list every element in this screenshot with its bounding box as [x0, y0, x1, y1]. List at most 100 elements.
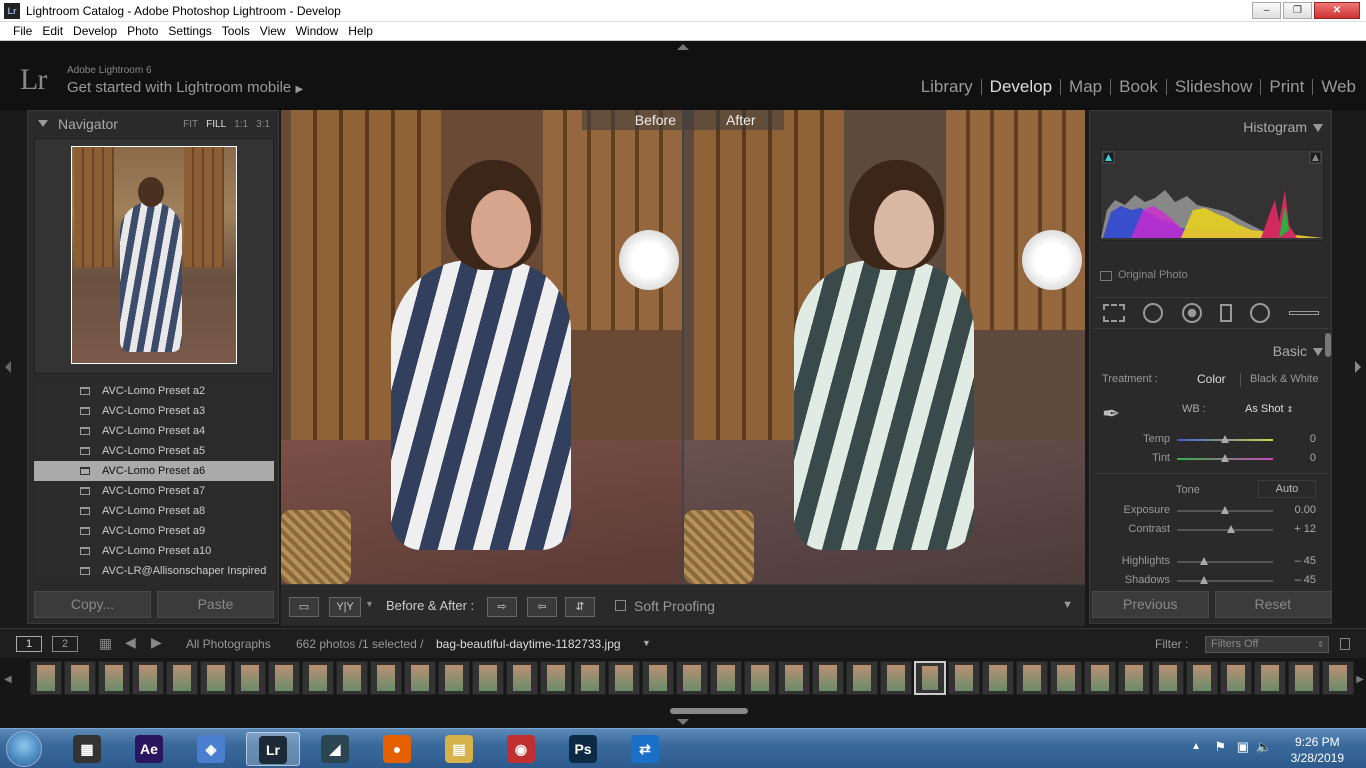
filmstrip-thumbnail[interactable] — [1152, 661, 1184, 695]
primary-window-button[interactable]: 1 — [16, 636, 42, 652]
grid-view-icon[interactable]: ▦ — [99, 635, 112, 652]
filmstrip-thumbnail[interactable] — [404, 661, 436, 695]
menu-edit[interactable]: Edit — [37, 22, 68, 40]
loupe-view-icon[interactable]: ▭ — [289, 597, 319, 617]
auto-tone-button[interactable]: Auto — [1258, 480, 1316, 498]
slider-value[interactable]: – 45 — [1295, 555, 1316, 567]
menu-file[interactable]: File — [8, 22, 37, 40]
preset-item[interactable]: AVC-Lomo Preset a2 — [34, 381, 274, 401]
filmstrip-thumbnail[interactable] — [1084, 661, 1116, 695]
filmstrip-left-icon[interactable]: ◀ — [4, 674, 12, 685]
filmstrip-thumbnail[interactable] — [1322, 661, 1354, 695]
filmstrip-thumbnail[interactable] — [608, 661, 640, 695]
crop-tool-icon[interactable] — [1103, 304, 1126, 322]
filmstrip-thumbnail[interactable] — [268, 661, 300, 695]
histogram-header[interactable]: Histogram — [1243, 119, 1323, 135]
adjustment-brush-icon[interactable] — [1288, 311, 1319, 315]
collapse-filmstrip-icon[interactable] — [677, 719, 689, 725]
taskbar-firefox[interactable]: ● — [370, 732, 424, 766]
slider-knob[interactable] — [1221, 435, 1229, 443]
filmstrip-thumbnail[interactable] — [132, 661, 164, 695]
before-after-view[interactable]: Before After — [281, 110, 1085, 584]
copy-after-to-before-icon[interactable]: ⇦ — [527, 597, 557, 617]
filmstrip-thumbnail[interactable] — [370, 661, 402, 695]
slider-value[interactable]: + 12 — [1294, 523, 1316, 535]
filmstrip-thumbnail[interactable] — [336, 661, 368, 695]
taskbar-teamviewer[interactable]: ⇄ — [618, 732, 672, 766]
mobile-prompt[interactable]: Get started with Lightroom mobile ▶ — [67, 79, 303, 96]
collapse-right-panel-icon[interactable] — [1355, 361, 1361, 373]
swap-before-after-icon[interactable]: ⇵ — [565, 597, 595, 617]
filmstrip-thumbnail[interactable] — [744, 661, 776, 695]
menu-window[interactable]: Window — [291, 22, 344, 40]
filmstrip-thumbnail[interactable] — [1220, 661, 1252, 695]
after-image[interactable]: After — [684, 110, 1085, 584]
filmstrip-right-icon[interactable]: ▶ — [1356, 674, 1364, 685]
reset-button[interactable]: Reset — [1214, 591, 1331, 618]
menu-tools[interactable]: Tools — [217, 22, 255, 40]
spot-removal-icon[interactable] — [1143, 303, 1164, 323]
menu-view[interactable]: View — [255, 22, 291, 40]
histogram-graph[interactable] — [1100, 149, 1324, 241]
filmstrip-thumbnail[interactable] — [200, 661, 232, 695]
highlights-slider[interactable]: Highlights – 45 — [1100, 553, 1330, 571]
preset-item[interactable]: AVC-Lomo Preset a3 — [34, 401, 274, 421]
tint-slider[interactable]: Tint 0 — [1100, 450, 1330, 468]
selected-filename[interactable]: bag-beautiful-daytime-1182733.jpg — [436, 637, 621, 651]
zoom-fill[interactable]: FILL — [206, 119, 226, 130]
filmstrip-thumbnail[interactable] — [166, 661, 198, 695]
contrast-slider[interactable]: Contrast + 12 — [1100, 521, 1330, 539]
collapse-left-panel-icon[interactable] — [5, 361, 11, 373]
previous-button[interactable]: Previous — [1092, 591, 1209, 618]
taskbar-explorer[interactable]: ▤ — [432, 732, 486, 766]
forward-arrow-icon[interactable]: ▶ — [151, 634, 162, 651]
filmstrip-thumbnail[interactable] — [1050, 661, 1082, 695]
slider-track[interactable] — [1177, 580, 1273, 582]
taskbar-camera[interactable]: ◉ — [494, 732, 548, 766]
module-library[interactable]: Library — [913, 77, 981, 97]
wb-select[interactable]: As Shot ⇕ — [1245, 403, 1293, 415]
taskbar-after-effects[interactable]: Ae — [122, 732, 176, 766]
module-print[interactable]: Print — [1261, 77, 1312, 97]
show-hidden-icons[interactable]: ▲ — [1191, 741, 1201, 752]
slider-knob[interactable] — [1199, 576, 1208, 584]
filmstrip-thumbnail[interactable] — [506, 661, 538, 695]
histogram-collapse-icon[interactable] — [1313, 124, 1323, 133]
source-label[interactable]: All Photographs — [186, 637, 271, 651]
filmstrip-thumbnail[interactable] — [574, 661, 606, 695]
filter-lock-icon[interactable] — [1340, 638, 1350, 650]
toolbar-options-chevron-icon[interactable]: ▼ — [1062, 599, 1073, 611]
filmstrip-thumbnail[interactable] — [880, 661, 912, 695]
filmstrip-thumbnail[interactable] — [846, 661, 878, 695]
module-slideshow[interactable]: Slideshow — [1167, 77, 1261, 97]
menu-settings[interactable]: Settings — [163, 22, 216, 40]
right-panel-scrollbar[interactable] — [1325, 333, 1331, 357]
chevron-down-icon[interactable]: ▼ — [365, 599, 374, 609]
filmstrip-thumbnail[interactable] — [778, 661, 810, 695]
slider-value[interactable]: 0 — [1310, 452, 1316, 464]
filmstrip-thumbnail[interactable] — [1118, 661, 1150, 695]
slider-value[interactable]: 0 — [1310, 433, 1316, 445]
red-eye-icon[interactable] — [1181, 303, 1202, 323]
taskbar-lightroom[interactable]: Lr — [246, 732, 300, 766]
temp-slider[interactable]: Temp 0 — [1100, 431, 1330, 449]
navigator-preview[interactable] — [34, 138, 274, 374]
filmstrip-thumbnail[interactable] — [98, 661, 130, 695]
filmstrip-thumbnail[interactable] — [472, 661, 504, 695]
preset-item[interactable]: AVC-Lomo Preset a6 — [34, 461, 274, 481]
filmstrip-thumbnail[interactable] — [1254, 661, 1286, 695]
copy-before-to-after-icon[interactable]: ⇨ — [487, 597, 517, 617]
menu-help[interactable]: Help — [343, 22, 378, 40]
module-develop[interactable]: Develop — [982, 77, 1060, 97]
navigator-thumbnail[interactable] — [71, 146, 237, 364]
module-book[interactable]: Book — [1111, 77, 1166, 97]
filmstrip-thumbnail[interactable] — [234, 661, 266, 695]
minimize-button[interactable]: – — [1252, 2, 1281, 19]
filmstrip-thumbnail[interactable] — [540, 661, 572, 695]
filmstrip-thumbnail[interactable] — [1288, 661, 1320, 695]
before-after-mode-button[interactable]: Y|Y — [329, 597, 361, 617]
paste-button[interactable]: Paste — [157, 591, 274, 618]
radial-filter-icon[interactable] — [1250, 303, 1271, 323]
slider-value[interactable]: 0.00 — [1295, 504, 1316, 516]
action-center-icon[interactable]: ⚑ — [1214, 739, 1226, 755]
